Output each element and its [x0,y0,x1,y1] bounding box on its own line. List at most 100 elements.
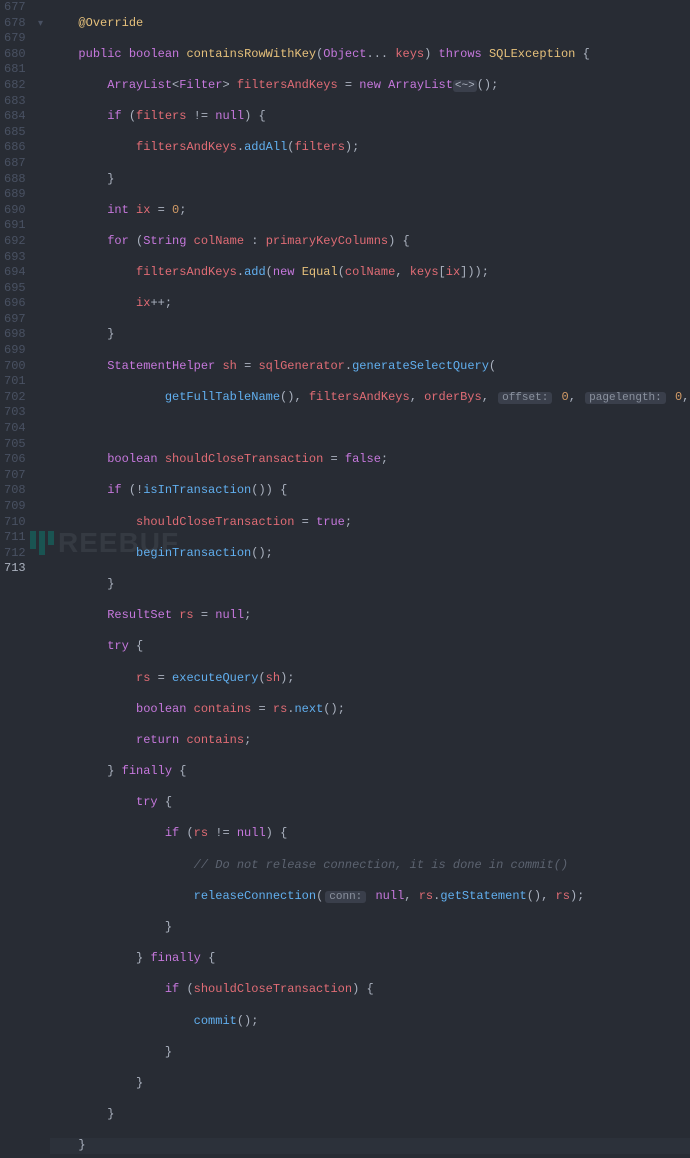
line-number[interactable]: 692 [4,234,26,250]
line-number-gutter[interactable]: 677 678 679 680 681 682 683 684 685 686 … [0,0,34,579]
brace-token: } [107,1107,114,1121]
line-number[interactable]: 685 [4,125,26,141]
line-number[interactable]: 677 [4,0,26,16]
line-number[interactable]: 694 [4,265,26,281]
line-number[interactable]: 696 [4,296,26,312]
code-line[interactable]: try { [50,639,690,655]
code-line[interactable]: } [50,1107,690,1123]
line-number[interactable]: 704 [4,421,26,437]
code-line[interactable]: if (rs != null) { [50,826,690,842]
line-number[interactable]: 701 [4,374,26,390]
fold-icon[interactable]: ▾ [38,17,43,33]
line-number[interactable]: 682 [4,78,26,94]
line-number[interactable]: 680 [4,47,26,63]
punct-token: (); [237,1014,259,1028]
line-number[interactable]: 706 [4,452,26,468]
code-line[interactable] [50,421,690,437]
code-line[interactable]: } [50,172,690,188]
line-number[interactable]: 687 [4,156,26,172]
code-line[interactable]: } [50,1076,690,1092]
op-token: != [194,109,208,123]
line-number[interactable]: 712 [4,546,26,562]
line-number[interactable]: 711 [4,530,26,546]
code-line[interactable]: releaseConnection(conn: null, rs.getStat… [50,889,690,905]
line-number[interactable]: 686 [4,140,26,156]
line-number[interactable]: 708 [4,483,26,499]
line-number[interactable]: 713 [4,561,26,577]
code-line[interactable]: } [50,327,690,343]
punct-token: ); [280,671,294,685]
code-line[interactable]: public boolean containsRowWithKey(Object… [50,47,690,63]
code-line[interactable]: beginTransaction(); [50,546,690,562]
code-line[interactable]: } finally { [50,764,690,780]
op-token: : [251,234,258,248]
code-line[interactable]: ArrayList<Filter> filtersAndKeys = new A… [50,78,690,94]
method-token: commit [194,1014,237,1028]
code-line[interactable]: filtersAndKeys.add(new Equal(colName, ke… [50,265,690,281]
line-number[interactable]: 702 [4,390,26,406]
code-line[interactable]: filtersAndKeys.addAll(filters); [50,140,690,156]
line-number[interactable]: 703 [4,405,26,421]
line-number[interactable]: 695 [4,281,26,297]
var-token: filtersAndKeys [309,390,410,404]
code-line[interactable]: boolean contains = rs.next(); [50,702,690,718]
keyword-token: null [215,608,244,622]
punct-token: ) { [244,109,266,123]
keyword-token: if [107,483,121,497]
code-line[interactable]: return contains; [50,733,690,749]
code-line[interactable]: StatementHelper sh = sqlGenerator.genera… [50,359,690,375]
diamond-hint: <~> [453,80,477,92]
line-number[interactable]: 709 [4,499,26,515]
code-line[interactable]: getFullTableName(), filtersAndKeys, orde… [50,390,690,406]
line-number[interactable]: 690 [4,203,26,219]
code-area[interactable]: @Override public boolean containsRowWith… [34,0,690,579]
code-line[interactable]: try { [50,795,690,811]
type-token: ArrayList [107,78,172,92]
line-number[interactable]: 678 [4,16,26,32]
code-editor[interactable]: 677 678 679 680 681 682 683 684 685 686 … [0,0,690,579]
code-line[interactable]: shouldCloseTransaction = true; [50,515,690,531]
var-token: primaryKeyColumns [266,234,388,248]
code-line[interactable]: ResultSet rs = null; [50,608,690,624]
var-token: rs [273,702,287,716]
line-number[interactable]: 710 [4,515,26,531]
line-number[interactable]: 688 [4,172,26,188]
line-number[interactable]: 691 [4,218,26,234]
varargs-token: ... [367,47,389,61]
line-number[interactable]: 697 [4,312,26,328]
code-line[interactable]: @Override [50,16,690,32]
code-line[interactable]: if (filters != null) { [50,109,690,125]
code-line[interactable]: commit(); [50,1014,690,1030]
line-number[interactable]: 684 [4,109,26,125]
line-number[interactable]: 700 [4,359,26,375]
code-line[interactable]: } [50,920,690,936]
code-line-active[interactable]: } [50,1138,690,1154]
line-number[interactable]: 699 [4,343,26,359]
code-line[interactable]: // Do not release connection, it is done… [50,858,690,874]
line-number[interactable]: 681 [4,62,26,78]
line-number[interactable]: 679 [4,31,26,47]
code-line[interactable]: boolean shouldCloseTransaction = false; [50,452,690,468]
brace-token: } [136,1076,143,1090]
line-number[interactable]: 698 [4,327,26,343]
code-line[interactable]: for (String colName : primaryKeyColumns)… [50,234,690,250]
line-number[interactable]: 689 [4,187,26,203]
line-number[interactable]: 683 [4,94,26,110]
code-line[interactable]: } [50,1045,690,1061]
code-line[interactable]: if (!isInTransaction()) { [50,483,690,499]
line-number[interactable]: 693 [4,250,26,266]
code-line[interactable]: } [50,577,690,593]
code-line[interactable]: ix++; [50,296,690,312]
keyword-token: true [316,515,345,529]
line-number[interactable]: 705 [4,437,26,453]
code-line[interactable]: if (shouldCloseTransaction) { [50,982,690,998]
method-token: isInTransaction [143,483,251,497]
number-token: 0 [562,390,569,404]
keyword-token: boolean [136,702,186,716]
code-line[interactable]: } finally { [50,951,690,967]
keyword-token: for [107,234,129,248]
code-line[interactable]: int ix = 0; [50,203,690,219]
line-number[interactable]: 707 [4,468,26,484]
keyword-token: public [78,47,121,61]
code-line[interactable]: rs = executeQuery(sh); [50,671,690,687]
